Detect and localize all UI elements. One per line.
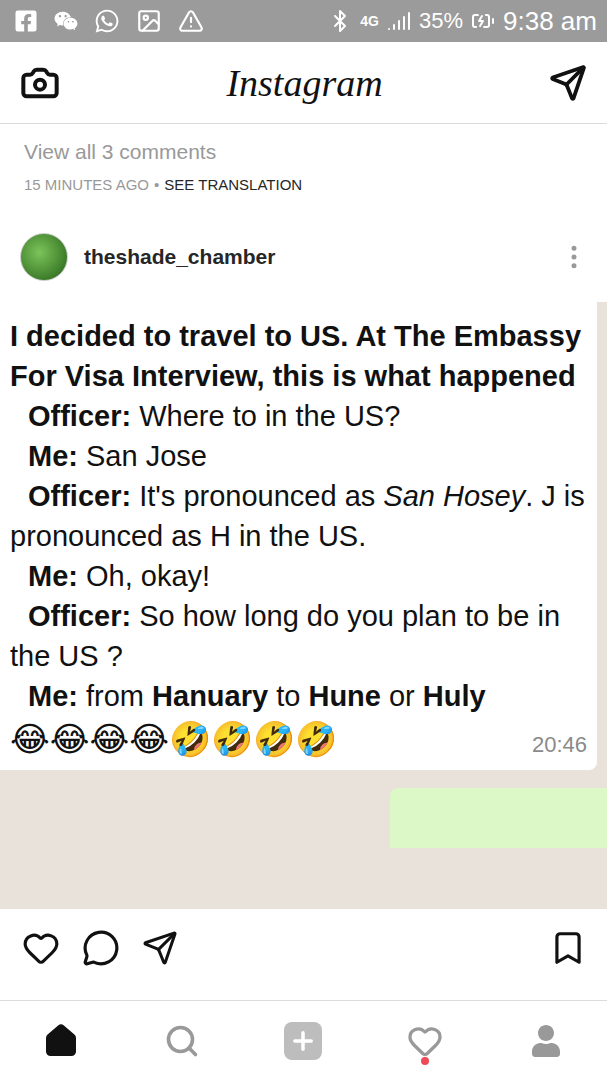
dialogue-line: Me: San Jose xyxy=(10,436,587,476)
heart-icon xyxy=(407,1023,443,1059)
system-icons: 4G 35% 9:38 am xyxy=(328,6,597,37)
dialogue-text: Oh, okay! xyxy=(78,560,210,592)
wechat-icon xyxy=(54,9,78,33)
separator: • xyxy=(154,174,159,196)
speaker-label: Me: xyxy=(28,440,78,472)
dialogue-text: San Hosey xyxy=(383,480,525,512)
plus-icon xyxy=(289,1027,317,1055)
dialogue-text: Huly xyxy=(423,680,486,712)
dialogue-text: from xyxy=(78,680,152,712)
speaker-label: Me: xyxy=(28,560,78,592)
bottom-nav xyxy=(0,1000,607,1080)
profile-icon xyxy=(530,1025,562,1057)
battery-charging-icon xyxy=(471,9,495,33)
dialogue-line: Me: from Hanuary to Hune or Huly xyxy=(10,676,587,716)
dialogue-text: San Jose xyxy=(78,440,207,472)
speaker-label: Me: xyxy=(28,680,78,712)
dialogue-line: Officer: It's pronounced as San Hosey. J… xyxy=(10,476,587,556)
reply-bubble xyxy=(390,788,607,848)
post-image: I decided to travel to US. At The Embass… xyxy=(0,302,607,909)
reply-row xyxy=(0,788,607,848)
like-icon[interactable] xyxy=(22,929,60,967)
chat-bubble: I decided to travel to US. At The Embass… xyxy=(0,302,597,770)
dialogue-text: Where to in the US? xyxy=(131,400,400,432)
camera-icon[interactable] xyxy=(20,63,60,103)
message-time: 20:46 xyxy=(532,732,587,762)
status-bar: 4G 35% 9:38 am xyxy=(0,0,607,42)
user-avatar[interactable] xyxy=(20,233,68,281)
instagram-screen: 4G 35% 9:38 am Instagram View all 3 comments… xyxy=(0,0,607,1080)
clock: 9:38 am xyxy=(503,6,597,37)
message-heading: I decided to travel to US. At The Embass… xyxy=(10,316,587,396)
dialogue-text: to xyxy=(268,680,308,712)
nav-item[interactable] xyxy=(31,1011,91,1071)
post-meta: View all 3 comments 15 MINUTES AGO•SEE TR… xyxy=(0,124,607,212)
speaker-label: Officer: xyxy=(28,400,131,432)
post-time: 15 MINUTES AGO xyxy=(24,174,149,196)
app-header: Instagram xyxy=(0,42,607,124)
dialogue-text: or xyxy=(381,680,423,712)
direct-icon[interactable] xyxy=(549,64,587,102)
speaker-label: Officer: xyxy=(28,600,131,632)
instagram-logo: Instagram xyxy=(226,61,382,105)
post-header: theshade_chamber xyxy=(0,212,607,302)
signal-icon xyxy=(387,9,411,33)
username[interactable]: theshade_chamber xyxy=(84,245,543,269)
warning-icon xyxy=(178,8,204,34)
emoji-text: 😂😂😂😂🤣🤣🤣🤣 xyxy=(10,716,337,762)
new-post-icon xyxy=(284,1022,322,1060)
battery-level: 35% xyxy=(419,8,463,34)
bookmark-icon[interactable] xyxy=(549,929,587,967)
network-type: 4G xyxy=(360,13,379,29)
dialogue-line: Officer: Where to in the US? xyxy=(10,396,587,436)
share-icon[interactable] xyxy=(142,930,178,966)
nav-item[interactable] xyxy=(152,1011,212,1071)
dialogue-line: Me: Oh, okay! xyxy=(10,556,587,596)
nav-item[interactable] xyxy=(395,1011,455,1071)
home-icon xyxy=(43,1023,79,1059)
dialogue-text: It's pronounced as xyxy=(131,480,383,512)
post-actions xyxy=(0,909,607,997)
see-translation-link[interactable]: SEE TRANSLATION xyxy=(164,174,302,196)
more-options-icon[interactable] xyxy=(559,242,589,272)
dialogue-text: Hanuary xyxy=(152,680,268,712)
emoji-row: 😂😂😂😂🤣🤣🤣🤣 20:46 xyxy=(10,716,587,762)
bluetooth-icon xyxy=(328,9,352,33)
nav-item[interactable] xyxy=(516,1011,576,1071)
notification-dot xyxy=(421,1057,429,1065)
view-comments-link[interactable]: View all 3 comments xyxy=(24,138,583,166)
dialogue-text: Hune xyxy=(308,680,381,712)
facebook-icon xyxy=(14,9,38,33)
notification-icons xyxy=(14,8,204,34)
whatsapp-icon xyxy=(94,8,120,34)
nav-item[interactable] xyxy=(273,1011,333,1071)
dialogue-line: Officer: So how long do you plan to be i… xyxy=(10,596,587,676)
search-icon xyxy=(164,1023,200,1059)
speaker-label: Officer: xyxy=(28,480,131,512)
gallery-icon xyxy=(136,8,162,34)
post-time-row: 15 MINUTES AGO•SEE TRANSLATION xyxy=(24,174,583,196)
comment-icon[interactable] xyxy=(82,929,120,967)
